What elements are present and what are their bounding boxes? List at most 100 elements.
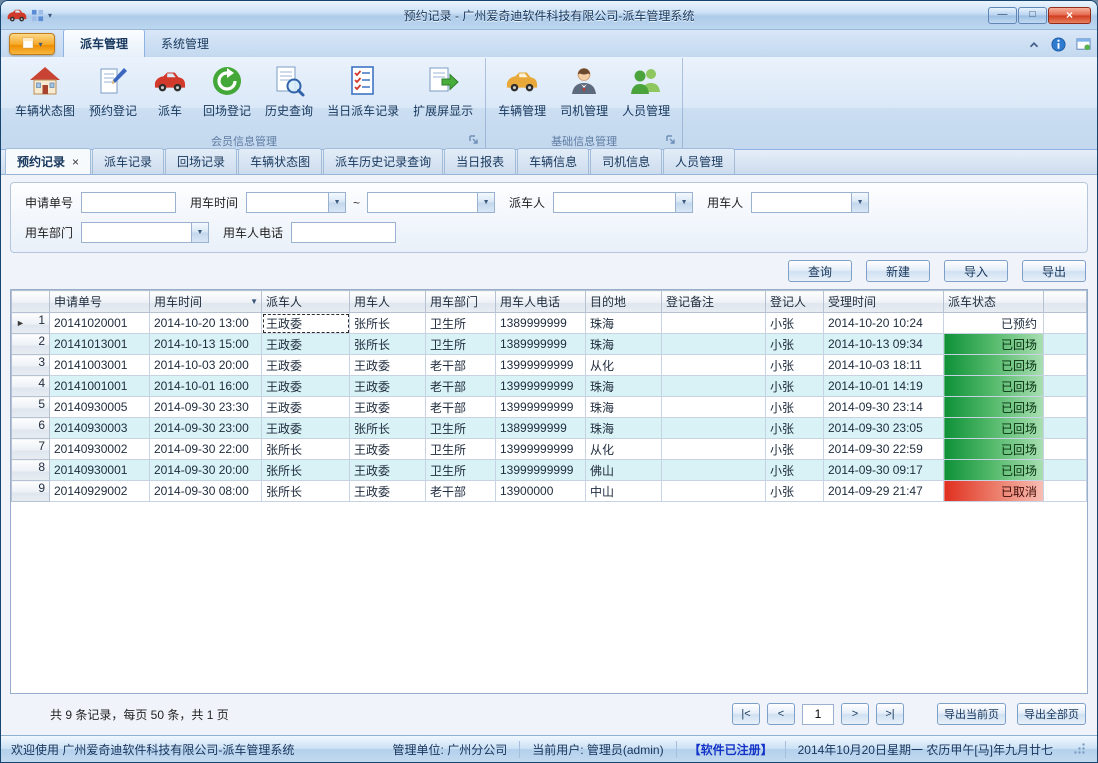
quick-access-chevron-down-icon[interactable]: ▾	[48, 11, 52, 20]
cell-dispatch-status[interactable]: 已回场	[944, 334, 1044, 355]
ribbon-button[interactable]: 车辆状态图	[8, 60, 82, 130]
row-header-cell[interactable]: ►2	[12, 334, 50, 355]
use-time-from-combo[interactable]: ▼	[246, 192, 346, 213]
cell-user[interactable]: 张所长	[350, 334, 426, 355]
cell-dept[interactable]: 老干部	[426, 481, 496, 502]
cell-accept-time[interactable]: 2014-10-03 18:11	[824, 355, 944, 376]
cell-accept-time[interactable]: 2014-10-20 10:24	[824, 313, 944, 334]
license-link[interactable]: 【软件已注册】	[676, 741, 785, 758]
row-header-cell[interactable]: ►9	[12, 481, 50, 502]
cell-request-no[interactable]: 20140930001	[50, 460, 150, 481]
row-header-cell[interactable]: ►5	[12, 397, 50, 418]
document-tab[interactable]: 派车记录×	[92, 148, 164, 174]
cell-destination[interactable]: 珠海	[586, 418, 662, 439]
cell-phone[interactable]: 13999999999	[496, 376, 586, 397]
cell-destination[interactable]: 珠海	[586, 313, 662, 334]
cell-use-time[interactable]: 2014-09-30 08:00	[150, 481, 262, 502]
document-tab[interactable]: 回场记录×	[165, 148, 237, 174]
cell-remark[interactable]	[662, 313, 766, 334]
cell-destination[interactable]: 佛山	[586, 460, 662, 481]
cell-dispatch-status[interactable]: 已取消	[944, 481, 1044, 502]
cell-registrar[interactable]: 小张	[766, 439, 824, 460]
document-tab[interactable]: 派车历史记录查询×	[323, 148, 443, 174]
cell-registrar[interactable]: 小张	[766, 481, 824, 502]
cell-registrar[interactable]: 小张	[766, 376, 824, 397]
table-row[interactable]: ►4 20141001001 2014-10-01 16:00 王政委 王政委 …	[12, 376, 1087, 397]
cell-remark[interactable]	[662, 376, 766, 397]
cell-registrar[interactable]: 小张	[766, 313, 824, 334]
cell-use-time[interactable]: 2014-10-03 20:00	[150, 355, 262, 376]
document-tab[interactable]: 当日报表×	[444, 148, 516, 174]
cell-phone[interactable]: 1389999999	[496, 334, 586, 355]
minimize-button[interactable]: —	[988, 7, 1017, 24]
cell-remark[interactable]	[662, 439, 766, 460]
cell-dept[interactable]: 卫生所	[426, 334, 496, 355]
column-header[interactable]: 用车人 ▼	[350, 291, 426, 313]
cell-accept-time[interactable]: 2014-10-01 14:19	[824, 376, 944, 397]
cell-dispatch-status[interactable]: 已回场	[944, 376, 1044, 397]
chevron-down-icon[interactable]: ▼	[675, 193, 692, 212]
cell-request-no[interactable]: 20141001001	[50, 376, 150, 397]
ribbon-button[interactable]: 车辆管理	[491, 60, 553, 130]
cell-user[interactable]: 王政委	[350, 376, 426, 397]
ribbon-button[interactable]: 司机管理	[553, 60, 615, 130]
ribbon-tab-dispatch-manage[interactable]: 派车管理	[63, 29, 145, 57]
cell-dept[interactable]: 老干部	[426, 397, 496, 418]
cell-user[interactable]: 张所长	[350, 418, 426, 439]
cell-dispatcher[interactable]: 王政委	[262, 355, 350, 376]
row-header-cell[interactable]: ►3	[12, 355, 50, 376]
table-row[interactable]: ►6 20140930003 2014-09-30 23:00 王政委 张所长 …	[12, 418, 1087, 439]
chevron-down-icon[interactable]: ▼	[191, 223, 208, 242]
cell-registrar[interactable]: 小张	[766, 418, 824, 439]
cell-accept-time[interactable]: 2014-10-13 09:34	[824, 334, 944, 355]
ribbon-button[interactable]: 人员管理	[615, 60, 677, 130]
table-row[interactable]: ►9 20140929002 2014-09-30 08:00 张所长 王政委 …	[12, 481, 1087, 502]
document-tab[interactable]: 预约记录×	[5, 148, 91, 174]
cell-request-no[interactable]: 20141003001	[50, 355, 150, 376]
chevron-down-icon[interactable]: ▼	[477, 193, 494, 212]
cell-destination[interactable]: 从化	[586, 439, 662, 460]
column-filter-icon[interactable]: ▼	[250, 297, 258, 306]
cell-dept[interactable]: 卫生所	[426, 460, 496, 481]
cell-use-time[interactable]: 2014-10-01 16:00	[150, 376, 262, 397]
column-header[interactable]: 派车状态 ▼	[944, 291, 1044, 313]
cell-use-time[interactable]: 2014-10-20 13:00	[150, 313, 262, 334]
cell-destination[interactable]: 珠海	[586, 376, 662, 397]
cell-destination[interactable]: 从化	[586, 355, 662, 376]
cell-use-time[interactable]: 2014-09-30 22:00	[150, 439, 262, 460]
cell-remark[interactable]	[662, 334, 766, 355]
row-header-cell[interactable]: ►7	[12, 439, 50, 460]
cell-destination[interactable]: 珠海	[586, 397, 662, 418]
cell-remark[interactable]	[662, 460, 766, 481]
cell-dispatch-status[interactable]: 已预约	[944, 313, 1044, 334]
cell-dispatch-status[interactable]: 已回场	[944, 397, 1044, 418]
row-header-cell[interactable]: ►4	[12, 376, 50, 397]
column-header[interactable]: 用车部门 ▼	[426, 291, 496, 313]
cell-remark[interactable]	[662, 355, 766, 376]
query-button[interactable]: 查询	[788, 260, 852, 282]
cell-user[interactable]: 王政委	[350, 397, 426, 418]
ribbon-button[interactable]: 扩展屏显示	[406, 60, 480, 130]
table-row[interactable]: ►8 20140930001 2014-09-30 20:00 张所长 王政委 …	[12, 460, 1087, 481]
export-button[interactable]: 导出	[1022, 260, 1086, 282]
ribbon-button[interactable]: 历史查询	[258, 60, 320, 130]
ribbon-button[interactable]: 回场登记	[196, 60, 258, 130]
document-tab[interactable]: 司机信息×	[590, 148, 662, 174]
cell-registrar[interactable]: 小张	[766, 355, 824, 376]
column-header[interactable]: 用车人电话 ▼	[496, 291, 586, 313]
cell-dispatch-status[interactable]: 已回场	[944, 460, 1044, 481]
row-header-cell[interactable]: ►1	[12, 313, 50, 334]
dialog-launcher-icon[interactable]	[468, 134, 480, 146]
current-page-input[interactable]	[802, 704, 834, 725]
cell-dept[interactable]: 卫生所	[426, 418, 496, 439]
cell-remark[interactable]	[662, 418, 766, 439]
cell-phone[interactable]: 1389999999	[496, 313, 586, 334]
column-header[interactable]: 派车人 ▼	[262, 291, 350, 313]
cell-accept-time[interactable]: 2014-09-30 23:05	[824, 418, 944, 439]
cell-registrar[interactable]: 小张	[766, 334, 824, 355]
cell-dispatcher[interactable]: 王政委	[262, 313, 350, 334]
document-tab[interactable]: 车辆状态图×	[238, 148, 322, 174]
cell-request-no[interactable]: 20140929002	[50, 481, 150, 502]
column-header[interactable]: 申请单号 ▼	[50, 291, 150, 313]
column-header[interactable]: 登记备注 ▼	[662, 291, 766, 313]
